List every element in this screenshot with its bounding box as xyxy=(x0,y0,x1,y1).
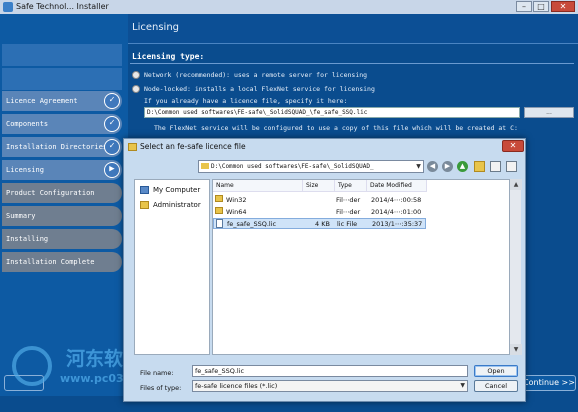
step-label: Product Configuration xyxy=(6,189,95,197)
step-label: Components xyxy=(6,120,49,128)
check-icon: ✓ xyxy=(104,93,120,109)
step-installation-complete: Installation Complete xyxy=(2,252,122,272)
file-type-select[interactable]: fe-safe licence files (*.lic) ▼ xyxy=(192,380,468,392)
list-view-icon[interactable] xyxy=(490,161,501,172)
close-button[interactable]: ✕ xyxy=(551,1,575,12)
file-name: Win64 xyxy=(226,208,247,216)
divider xyxy=(130,63,574,64)
file-type-label: Files of type: xyxy=(140,384,182,392)
column-header-type[interactable]: Type xyxy=(335,180,367,192)
file-name: Win32 xyxy=(226,196,247,204)
check-icon: ✓ xyxy=(104,116,120,132)
watermark-logo xyxy=(12,346,52,386)
folder-icon xyxy=(128,143,137,151)
network-option-label: Network (recommended): uses a remote ser… xyxy=(144,71,368,79)
file-type: lic File xyxy=(337,220,358,228)
continue-button[interactable]: Continue >> xyxy=(522,375,576,391)
licensing-type-heading: Licensing type: xyxy=(132,52,205,61)
licence-file-hint: If you already have a licence file, spec… xyxy=(144,97,348,105)
computer-icon xyxy=(140,186,149,194)
file-size: 4 KB xyxy=(315,220,330,228)
file-row[interactable]: Win32 Fil⋯der 2014/4⋯:00:58 xyxy=(213,195,426,206)
sidebar xyxy=(0,14,128,396)
file-name-input[interactable]: fe_safe_SSQ.lic xyxy=(192,365,468,377)
browse-button[interactable]: ... xyxy=(524,107,574,118)
address-bar[interactable]: D:\Common used softwares\FE-safe\_SolidS… xyxy=(198,160,424,173)
step-installation-directories[interactable]: Installation Directories ✓ xyxy=(2,137,122,157)
minimize-button[interactable]: – xyxy=(516,1,532,12)
file-dialog: Select an fe-safe licence file ✕ D:\Comm… xyxy=(123,138,526,402)
folder-icon xyxy=(215,195,223,202)
flexnet-note: The FlexNet service will be configured t… xyxy=(154,124,518,132)
file-date: 2014/4⋯:01:00 xyxy=(371,208,422,216)
step-label: Installing xyxy=(6,235,49,243)
maximize-button[interactable]: □ xyxy=(533,1,549,12)
file-name: fe_safe_SSQ.lic xyxy=(227,220,277,228)
step-licensing[interactable]: Licensing ▶ xyxy=(2,160,122,180)
place-my-computer[interactable]: My Computer xyxy=(139,184,209,196)
detail-view-icon[interactable] xyxy=(506,161,517,172)
scroll-up-icon[interactable]: ▲ xyxy=(510,179,522,190)
check-icon: ✓ xyxy=(104,139,120,155)
step-installing: Installing xyxy=(2,229,122,249)
sidebar-spacer xyxy=(2,68,122,90)
file-list: Name Size Type Date Modified Win32 Fil⋯d… xyxy=(212,179,512,355)
open-button[interactable]: Open xyxy=(474,365,518,377)
arrow-right-icon: ▶ xyxy=(104,162,120,178)
app-icon xyxy=(3,2,13,12)
sidebar-spacer xyxy=(2,44,122,66)
file-row[interactable]: Win64 Fil⋯der 2014/4⋯:01:00 xyxy=(213,207,426,218)
step-product-configuration: Product Configuration xyxy=(2,183,122,203)
scrollbar[interactable]: ▲ ▼ xyxy=(509,179,522,355)
dialog-title: Select an fe-safe licence file xyxy=(140,142,246,151)
step-licence-agreement[interactable]: Licence Agreement ✓ xyxy=(2,91,122,111)
licence-path-input[interactable]: D:\Common used softwares\FE-safe\_SolidS… xyxy=(144,107,520,118)
forward-icon[interactable]: ▶ xyxy=(442,161,453,172)
chevron-down-icon[interactable]: ▼ xyxy=(414,162,423,171)
file-type-value: fe-safe licence files (*.lic) xyxy=(195,382,278,390)
window-title: Safe Technol... Installer xyxy=(16,2,109,11)
step-components[interactable]: Components ✓ xyxy=(2,114,122,134)
file-name-label: File name: xyxy=(140,369,174,377)
column-header-name[interactable]: Name xyxy=(213,180,303,192)
places-panel: My Computer Administrator xyxy=(134,179,210,355)
file-date: 2013/1⋯:35:37 xyxy=(372,220,423,228)
step-label: Installation Directories xyxy=(6,143,108,151)
column-header-date[interactable]: Date Modified xyxy=(367,180,427,192)
main-header xyxy=(128,14,578,44)
up-folder-icon[interactable]: ▲ xyxy=(457,161,468,172)
step-label: Installation Complete xyxy=(6,258,95,266)
title-bar: Safe Technol... Installer – □ ✕ xyxy=(0,0,578,14)
page-title: Licensing xyxy=(132,22,180,33)
file-date: 2014/4⋯:00:58 xyxy=(371,196,422,204)
chevron-down-icon: ▼ xyxy=(460,382,465,389)
step-label: Summary xyxy=(6,212,36,220)
file-type: Fil⋯der xyxy=(336,196,361,204)
file-row-selected[interactable]: fe_safe_SSQ.lic 4 KB lic File 2013/1⋯:35… xyxy=(213,218,426,229)
file-type: Fil⋯der xyxy=(336,208,361,216)
back-icon[interactable]: ◀ xyxy=(427,161,438,172)
place-label: My Computer xyxy=(153,186,201,194)
dialog-close-button[interactable]: ✕ xyxy=(502,140,524,152)
new-folder-icon[interactable] xyxy=(474,161,485,172)
user-icon xyxy=(140,201,149,209)
scroll-down-icon[interactable]: ▼ xyxy=(510,344,522,355)
node-locked-radio[interactable] xyxy=(132,85,140,93)
network-radio[interactable] xyxy=(132,71,140,79)
cancel-button[interactable]: Cancel xyxy=(474,380,518,392)
folder-icon xyxy=(201,163,209,169)
file-icon xyxy=(216,219,223,228)
node-locked-option-label: Node-locked: installs a local FlexNet se… xyxy=(144,85,375,93)
step-label: Licence Agreement xyxy=(6,97,78,105)
step-summary: Summary xyxy=(2,206,122,226)
folder-icon xyxy=(215,207,223,214)
place-label: Administrator xyxy=(153,201,201,209)
step-label: Licensing xyxy=(6,166,44,174)
place-administrator[interactable]: Administrator xyxy=(139,199,209,211)
column-header-size[interactable]: Size xyxy=(303,180,335,192)
